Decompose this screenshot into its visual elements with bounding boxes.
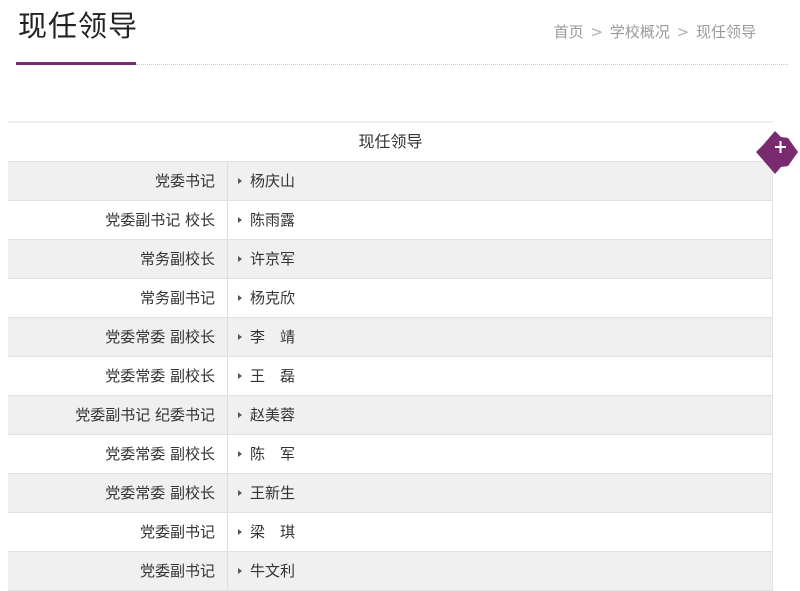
table-row: 党委常委 副校长 李 靖: [8, 318, 773, 357]
name-cell[interactable]: 牛文利: [228, 552, 773, 590]
table-row: 常务副书记 杨克欣: [8, 279, 773, 318]
table-row: 党委常委 副校长 王 磊: [8, 357, 773, 396]
breadcrumb-school-overview[interactable]: 学校概况: [610, 23, 670, 41]
table-row: 常务副校长 许京军: [8, 240, 773, 279]
breadcrumb-home[interactable]: 首页: [554, 23, 584, 41]
leader-name[interactable]: 杨庆山: [250, 172, 295, 190]
page-title: 现任领导: [18, 9, 139, 43]
role-cell: 党委书记: [8, 162, 228, 200]
bullet-arrow-icon: [238, 372, 242, 379]
table-row: 党委常委 副校长 王新生: [8, 474, 773, 513]
leader-name[interactable]: 许京军: [250, 250, 295, 268]
title-underline: [16, 62, 136, 65]
role-cell: 党委副书记 校长: [8, 201, 228, 239]
table-body: 党委书记 杨庆山党委副书记 校长 陈雨露常务副校长 许京军常务副书记 杨克欣党委常委 副…: [8, 162, 773, 591]
role-cell: 党委副书记: [8, 513, 228, 551]
table-row: 党委副书记 梁 琪: [8, 513, 773, 552]
bullet-arrow-icon: [238, 567, 242, 574]
role-cell: 党委常委 副校长: [8, 474, 228, 512]
leader-name[interactable]: 李 靖: [250, 328, 295, 346]
leader-name[interactable]: 梁 琪: [250, 523, 295, 541]
name-cell[interactable]: 杨克欣: [228, 279, 773, 317]
role-cell: 常务副书记: [8, 279, 228, 317]
role-cell: 常务副校长: [8, 240, 228, 278]
role-cell: 党委副书记: [8, 552, 228, 590]
name-cell[interactable]: 许京军: [228, 240, 773, 278]
role-cell: 党委副书记 纪委书记: [8, 396, 228, 434]
leader-name[interactable]: 陈 军: [250, 445, 295, 463]
breadcrumb-current: 现任领导: [695, 23, 756, 41]
name-cell[interactable]: 杨庆山: [228, 162, 773, 200]
bullet-arrow-icon: [238, 450, 242, 457]
table-row: 党委副书记 牛文利: [8, 552, 773, 591]
name-cell[interactable]: 王新生: [228, 474, 773, 512]
breadcrumb: 首页 > 学校概况 > 现任领导: [554, 20, 756, 44]
leader-name[interactable]: 杨克欣: [250, 289, 295, 307]
header-divider: [136, 64, 788, 65]
bullet-arrow-icon: [238, 216, 242, 223]
table-header: 现任领导: [8, 123, 773, 162]
name-cell[interactable]: 赵美蓉: [228, 396, 773, 434]
leader-name[interactable]: 王新生: [250, 484, 295, 502]
breadcrumb-separator: >: [676, 23, 690, 41]
name-cell[interactable]: 陈雨露: [228, 201, 773, 239]
name-cell[interactable]: 李 靖: [228, 318, 773, 356]
role-cell: 党委常委 副校长: [8, 435, 228, 473]
breadcrumb-separator: >: [590, 23, 604, 41]
leader-name[interactable]: 王 磊: [250, 367, 295, 385]
bullet-arrow-icon: [238, 411, 242, 418]
bullet-arrow-icon: [238, 528, 242, 535]
bullet-arrow-icon: [238, 294, 242, 301]
name-cell[interactable]: 陈 军: [228, 435, 773, 473]
table-row: 党委常委 副校长 陈 军: [8, 435, 773, 474]
leaders-table: 现任领导 党委书记 杨庆山 党委副书记 校长 陈雨露 常务副校长 许京军 常务副书记 杨克欣党…: [8, 121, 773, 591]
name-cell[interactable]: 王 磊: [228, 357, 773, 395]
leader-name[interactable]: 赵美蓉: [250, 406, 295, 424]
role-cell: 党委常委 副校长: [8, 357, 228, 395]
name-cell[interactable]: 梁 琪: [228, 513, 773, 551]
table-row: 党委副书记 纪委书记 赵美蓉: [8, 396, 773, 435]
table-row: 党委书记 杨庆山: [8, 162, 773, 201]
bullet-arrow-icon: [238, 333, 242, 340]
bullet-arrow-icon: [238, 489, 242, 496]
expand-button[interactable]: [756, 127, 800, 179]
plus-icon: [756, 131, 798, 174]
bullet-arrow-icon: [238, 177, 242, 184]
table-row: 党委副书记 校长 陈雨露: [8, 201, 773, 240]
leader-name[interactable]: 牛文利: [250, 562, 295, 580]
leader-name[interactable]: 陈雨露: [250, 211, 295, 229]
role-cell: 党委常委 副校长: [8, 318, 228, 356]
bullet-arrow-icon: [238, 255, 242, 262]
